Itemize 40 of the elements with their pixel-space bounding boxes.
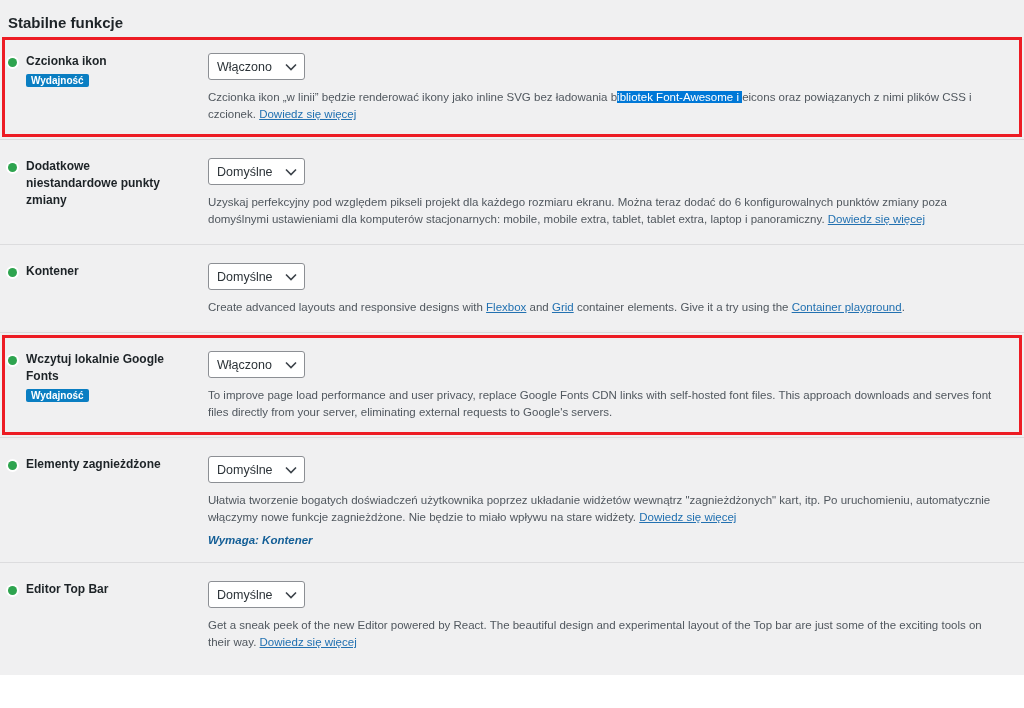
chevron-icon: [285, 62, 297, 71]
feature-select[interactable]: Domyślne: [208, 456, 305, 483]
chevron-icon: [285, 590, 297, 599]
feature-select[interactable]: Domyślne: [208, 263, 305, 290]
feature-description: Create advanced layouts and responsive designs with Flexbox and Grid container elements. Give it a try using the Container playground.: [208, 300, 906, 315]
feature-name: Editor Top Bar: [26, 581, 109, 598]
chevron-icon: [285, 167, 297, 176]
learn-more-link[interactable]: Dowiedz się więcej: [827, 213, 925, 225]
status-dot: [8, 58, 17, 67]
feature-name: Wczytuj lokalnie Google Fonts: [26, 351, 166, 385]
status-dot: [8, 163, 17, 172]
status-dot: [8, 586, 17, 595]
requirement-note: Wymaga: Kontener: [208, 534, 313, 546]
feature-tag: Wydajność: [26, 74, 89, 87]
status-dot: [8, 268, 17, 277]
feature-name: Elementy zagnieżdżone: [26, 456, 161, 473]
feature-description: Ułatwia tworzenie bogatych doświadczeń użytkownika poprzez układanie widżetów wewnątrz "zagnieżdżonych" kart, itp. Po uruchomieniu, automatycznie włączymy nowe funkcje zagnieżdżone. Nie będzie to miało wpływu na stare widżety. Dowiedz się więcej: [208, 493, 992, 525]
chevron-icon: [285, 272, 297, 281]
section-heading: Stabilne funkcje: [8, 14, 125, 31]
feature-description: Get a sneak peek of the new Editor powered by React. The beautiful design and experimental layout of the Top bar are just some of the exciting tools on their way. Dowiedz się więcej: [208, 618, 983, 650]
learn-more-link[interactable]: Dowiedz się więcej: [259, 108, 357, 120]
feature-name: Kontener: [26, 263, 79, 280]
learn-more-link[interactable]: Dowiedz się więcej: [259, 636, 357, 648]
chevron-icon: [285, 360, 297, 369]
status-dot: [8, 461, 17, 470]
feature-name: Dodatkowe niestandardowe punkty zmiany: [26, 158, 162, 209]
learn-more-link[interactable]: Flexbox: [486, 301, 527, 313]
feature-select[interactable]: Włączono: [208, 351, 305, 378]
feature-tag: Wydajność: [26, 389, 89, 402]
learn-more-link[interactable]: Dowiedz się więcej: [639, 511, 737, 523]
feature-select[interactable]: Domyślne: [208, 581, 305, 608]
learn-more-link[interactable]: Grid: [551, 301, 574, 313]
learn-more-link[interactable]: Container playground: [791, 301, 902, 313]
chevron-icon: [285, 465, 297, 474]
feature-select[interactable]: Włączono: [208, 53, 305, 80]
status-dot: [8, 356, 17, 365]
feature-description: To improve page load performance and user privacy, replace Google Fonts CDN links with self-hosted font files. This approach downloads and serves font files directly from your server, eliminating external requests to Google's servers.: [208, 388, 993, 420]
feature-name: Czcionka ikon: [26, 53, 107, 70]
feature-description: Uzyskaj perfekcyjny pod względem pikseli projekt dla każdego rozmiaru ekranu. Można teraz dodać do 6 konfigurowalnych punktów zmiany poza domyślnymi ustawieniami dla komputerów stacjonarnych: mobile, mobile extra, tablet, tablet extra, laptop i panoramiczny. Dowiedz się więcej: [208, 195, 948, 227]
feature-select[interactable]: Domyślne: [208, 158, 305, 185]
